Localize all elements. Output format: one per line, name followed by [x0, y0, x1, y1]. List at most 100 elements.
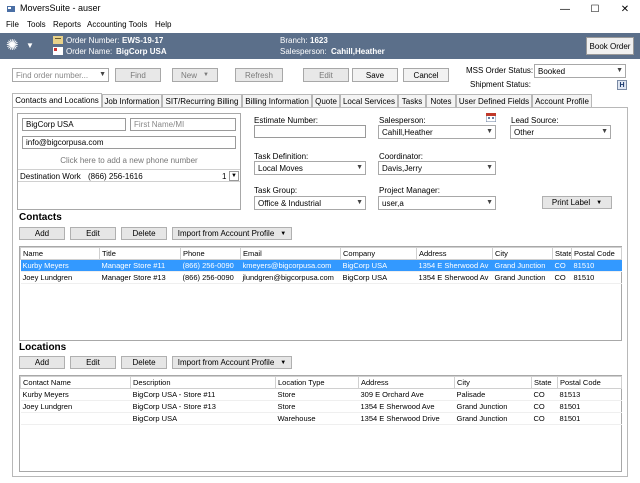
col-address[interactable]: Address: [416, 247, 493, 260]
mss-order-status-label: MSS Order Status:: [466, 66, 534, 75]
add-location-button[interactable]: Add: [19, 356, 65, 369]
chevron-down-icon[interactable]: ▼: [229, 171, 239, 181]
new-button[interactable]: New ▼: [172, 68, 218, 82]
cell-address: 1354 E Sherwood Drive: [358, 412, 455, 425]
header-salesperson-label: Salesperson:: [280, 47, 327, 56]
col-email[interactable]: Email: [240, 247, 341, 260]
print-label-button[interactable]: Print Label ▼: [542, 196, 612, 209]
project-manager-select[interactable]: user,a ▼: [378, 196, 496, 210]
table-row[interactable]: BigCorp USA Warehouse 1354 E Sherwood Dr…: [20, 412, 622, 425]
tab-quote[interactable]: Quote: [312, 94, 340, 107]
locations-grid: Contact Name Description Location Type A…: [19, 375, 622, 472]
minimize-button[interactable]: —: [550, 0, 580, 18]
menu-tools[interactable]: Tools: [27, 20, 46, 29]
cell-state: CO: [552, 271, 572, 284]
tab-tasks[interactable]: Tasks: [398, 94, 426, 107]
book-order-button[interactable]: Book Order: [586, 37, 634, 55]
locations-table: Contact Name Description Location Type A…: [20, 376, 622, 425]
save-button[interactable]: Save: [352, 68, 398, 82]
first-name-field[interactable]: First Name/MI: [130, 118, 236, 131]
find-order-input[interactable]: Find order number... ▼: [12, 68, 109, 82]
menu-accounting-tools[interactable]: Accounting Tools: [87, 20, 147, 29]
cell-name: Joey Lundgren: [20, 271, 100, 284]
col-postal-code[interactable]: Postal Code: [557, 376, 622, 389]
phone-row[interactable]: Destination Work (866) 256-1616 1 ▼: [18, 169, 240, 182]
calendar-icon[interactable]: [486, 113, 496, 122]
cell-address: 1354 E Sherwood Av: [416, 271, 493, 284]
col-description[interactable]: Description: [130, 376, 276, 389]
tab-notes[interactable]: Notes: [426, 94, 456, 107]
cell-phone: (866) 256-0090: [180, 271, 241, 284]
chevron-down-icon: ▼: [203, 72, 209, 78]
col-company[interactable]: Company: [340, 247, 417, 260]
tab-account-profile[interactable]: Account Profile: [532, 94, 592, 107]
order-name-value: BigCorp USA: [116, 47, 167, 56]
edit-order-button[interactable]: Edit: [303, 68, 349, 82]
add-phone-link[interactable]: Click here to add a new phone number: [18, 156, 240, 165]
tab-contacts-and-locations[interactable]: Contacts and Locations: [12, 93, 102, 107]
cell-postal-code: 81510: [571, 271, 622, 284]
col-contact-name[interactable]: Contact Name: [20, 376, 131, 389]
chevron-down-icon: ▼: [486, 164, 493, 171]
tab-sit-recurring-billing[interactable]: SIT/Recurring Billing: [162, 94, 242, 107]
col-city[interactable]: City: [492, 247, 553, 260]
task-definition-select[interactable]: Local Moves ▼: [254, 161, 366, 175]
app-icon: [7, 6, 15, 12]
col-title[interactable]: Title: [99, 247, 181, 260]
delete-contact-button[interactable]: Delete: [121, 227, 167, 240]
cell-contact-name: [20, 412, 131, 425]
cell-description: BigCorp USA - Store #11: [130, 388, 276, 401]
cell-description: BigCorp USA - Store #13: [130, 400, 276, 413]
tab-local-services[interactable]: Local Services: [340, 94, 398, 107]
col-location-type[interactable]: Location Type: [275, 376, 359, 389]
cell-contact-name: Joey Lundgren: [20, 400, 131, 413]
coordinator-select[interactable]: Davis,Jerry ▼: [378, 161, 496, 175]
title-bar: MoversSuite - auser — ☐ ✕: [0, 0, 640, 18]
email-field[interactable]: info@bigcorpusa.com: [22, 136, 236, 149]
delete-location-button[interactable]: Delete: [121, 356, 167, 369]
table-row[interactable]: Joey Lundgren BigCorp USA - Store #13 St…: [20, 400, 622, 413]
company-name-field[interactable]: BigCorp USA: [22, 118, 126, 131]
table-row[interactable]: Joey Lundgren Manager Store #13 (866) 25…: [20, 271, 622, 284]
import-locations-button[interactable]: Import from Account Profile ▼: [172, 356, 292, 369]
cancel-button[interactable]: Cancel: [403, 68, 449, 82]
menu-reports[interactable]: Reports: [53, 20, 81, 29]
tab-user-defined-fields[interactable]: User Defined Fields: [456, 94, 532, 107]
cell-location-type: Warehouse: [275, 412, 359, 425]
find-order-placeholder: Find order number...: [16, 70, 89, 80]
estimate-number-field[interactable]: [254, 125, 366, 138]
contact-card: BigCorp USA First Name/MI info@bigcorpus…: [17, 113, 241, 210]
col-address[interactable]: Address: [358, 376, 455, 389]
col-phone[interactable]: Phone: [180, 247, 241, 260]
mss-order-status-select[interactable]: Booked ▼: [534, 64, 626, 78]
close-button[interactable]: ✕: [610, 0, 640, 18]
tab-billing-information[interactable]: Billing Information: [242, 94, 312, 107]
menu-help[interactable]: Help: [155, 20, 171, 29]
col-state[interactable]: State: [552, 247, 572, 260]
tab-job-information[interactable]: Job Information: [102, 94, 162, 107]
locations-heading: Locations: [19, 342, 67, 353]
col-state[interactable]: State: [531, 376, 558, 389]
col-postal-code[interactable]: Postal Code: [571, 247, 622, 260]
maximize-button[interactable]: ☐: [580, 0, 610, 18]
cell-phone: (866) 256-0090: [180, 259, 241, 272]
shipment-status-icon[interactable]: H: [617, 80, 627, 90]
refresh-button[interactable]: Refresh: [235, 68, 283, 82]
find-button[interactable]: Find: [115, 68, 161, 82]
add-contact-button[interactable]: Add: [19, 227, 65, 240]
menu-file[interactable]: File: [6, 20, 19, 29]
gear-menu[interactable]: ✺ ▼: [6, 37, 36, 54]
edit-location-button[interactable]: Edit: [70, 356, 116, 369]
salesperson-select[interactable]: Cahill,Heather ▼: [378, 125, 496, 139]
col-city[interactable]: City: [454, 376, 532, 389]
phone-type: Destination Work: [20, 172, 81, 181]
task-group-select[interactable]: Office & Industrial ▼: [254, 196, 366, 210]
edit-contact-button[interactable]: Edit: [70, 227, 116, 240]
lead-source-select[interactable]: Other ▼: [510, 125, 611, 139]
chevron-down-icon: ▼: [601, 128, 608, 135]
shipment-status-label: Shipment Status:: [470, 80, 531, 89]
import-contacts-button[interactable]: Import from Account Profile ▼: [172, 227, 292, 240]
table-row[interactable]: Kurby Meyers Manager Store #11 (866) 256…: [20, 259, 622, 272]
table-row[interactable]: Kurby Meyers BigCorp USA - Store #11 Sto…: [20, 388, 622, 401]
col-name[interactable]: Name: [20, 247, 100, 260]
